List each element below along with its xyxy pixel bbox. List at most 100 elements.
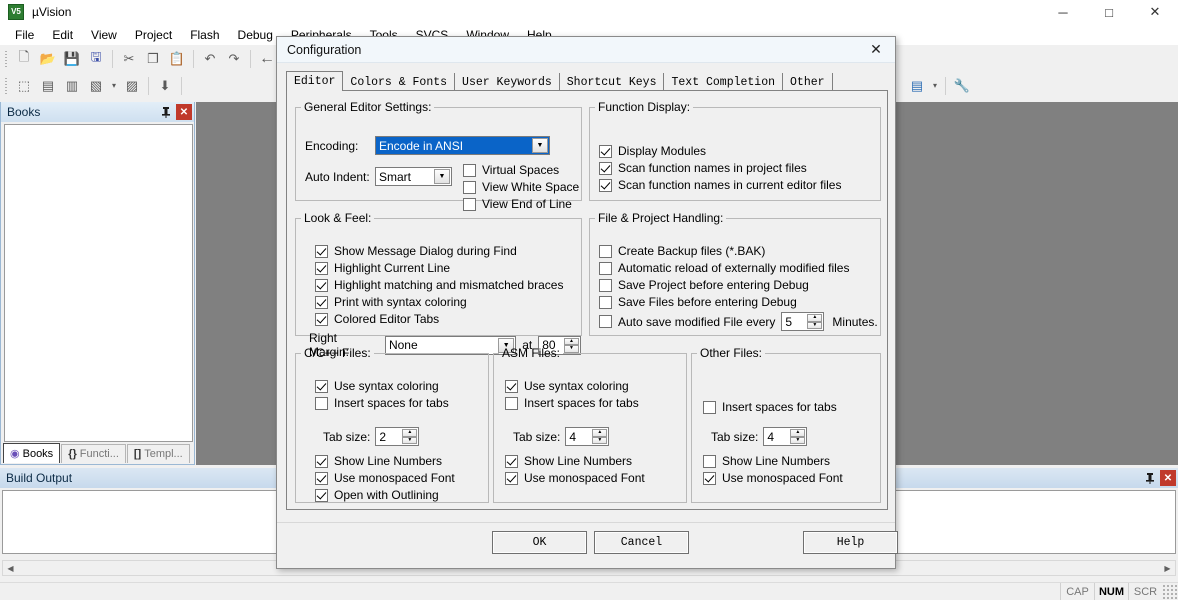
scroll-right-icon[interactable]: ▶ bbox=[1160, 564, 1175, 573]
books-tab-books[interactable]: ◉ Books bbox=[3, 443, 61, 463]
scan-project-files-checkbox[interactable]: Scan function names in project files bbox=[599, 161, 841, 175]
spinner-up-icon[interactable]: ▲ bbox=[592, 429, 608, 437]
other-monospaced-font-checkbox[interactable]: Use monospaced Font bbox=[703, 471, 843, 485]
spinner-arrows[interactable]: ▲ ▼ bbox=[790, 429, 806, 444]
spinner-up-icon[interactable]: ▲ bbox=[790, 429, 806, 437]
scan-editor-files-checkbox[interactable]: Scan function names in current editor fi… bbox=[599, 178, 841, 192]
c-monospaced-font-checkbox[interactable]: Use monospaced Font bbox=[315, 471, 455, 485]
c-show-line-numbers-checkbox[interactable]: Show Line Numbers bbox=[315, 454, 455, 468]
chevron-down-icon[interactable]: ▼ bbox=[434, 169, 450, 184]
show-message-dialog-checkbox[interactable]: Show Message Dialog during Find bbox=[315, 244, 563, 258]
auto-save-checkbox[interactable]: Auto save modified File every 5 ▲ ▼ Minu… bbox=[599, 312, 878, 331]
tab-colors-and-fonts[interactable]: Colors & Fonts bbox=[343, 73, 456, 91]
asm-use-syntax-coloring-checkbox[interactable]: Use syntax coloring bbox=[505, 379, 639, 393]
spinner-up-icon[interactable]: ▲ bbox=[402, 429, 418, 437]
other-tab-size-stepper[interactable]: 4 ▲ ▼ bbox=[763, 427, 808, 446]
translate-icon[interactable]: ⬚ bbox=[12, 74, 36, 97]
spinner-arrows[interactable]: ▲ ▼ bbox=[402, 429, 418, 444]
spinner-down-icon[interactable]: ▼ bbox=[402, 436, 418, 444]
stop-build-icon[interactable]: ▨ bbox=[120, 74, 144, 97]
tab-editor[interactable]: Editor bbox=[286, 71, 344, 91]
c-open-with-outlining-checkbox[interactable]: Open with Outlining bbox=[315, 488, 455, 502]
tab-user-keywords[interactable]: User Keywords bbox=[455, 73, 560, 91]
colored-editor-tabs-checkbox[interactable]: Colored Editor Tabs bbox=[315, 312, 563, 326]
menu-view[interactable]: View bbox=[82, 26, 126, 44]
auto-indent-select[interactable]: Smart ▼ bbox=[375, 167, 452, 186]
rebuild-icon[interactable]: ▥ bbox=[60, 74, 84, 97]
menu-debug[interactable]: Debug bbox=[229, 26, 282, 44]
spinner-up-icon[interactable]: ▲ bbox=[564, 337, 579, 345]
paste-icon[interactable]: 📋 bbox=[165, 47, 189, 70]
spinner-up-icon[interactable]: ▲ bbox=[807, 314, 823, 322]
books-tab-functions[interactable]: {} Functi... bbox=[61, 444, 126, 463]
view-white-space-checkbox[interactable]: View White Space bbox=[463, 180, 579, 194]
spinner-down-icon[interactable]: ▼ bbox=[592, 436, 608, 444]
save-files-before-debug-checkbox[interactable]: Save Files before entering Debug bbox=[599, 295, 878, 309]
tab-text-completion[interactable]: Text Completion bbox=[664, 73, 784, 91]
cancel-button[interactable]: Cancel bbox=[594, 531, 689, 554]
batch-build-icon[interactable]: ▧ bbox=[84, 74, 108, 97]
save-project-before-debug-checkbox[interactable]: Save Project before entering Debug bbox=[599, 278, 878, 292]
books-content-area[interactable] bbox=[4, 124, 193, 442]
c-tab-size-stepper[interactable]: 2 ▲ ▼ bbox=[375, 427, 420, 446]
build-output-close-icon[interactable]: ✕ bbox=[1160, 470, 1176, 486]
asm-monospaced-font-checkbox[interactable]: Use monospaced Font bbox=[505, 471, 645, 485]
dialog-close-icon[interactable]: ✕ bbox=[857, 37, 895, 62]
asm-insert-spaces-checkbox[interactable]: Insert spaces for tabs bbox=[505, 396, 639, 410]
asm-show-line-numbers-checkbox[interactable]: Show Line Numbers bbox=[505, 454, 645, 468]
load-icon[interactable]: ⬇ bbox=[153, 74, 177, 97]
open-file-icon[interactable]: 📂 bbox=[36, 47, 60, 70]
help-button[interactable]: Help bbox=[803, 531, 898, 554]
configure-wrench-icon[interactable]: 🔧 bbox=[950, 74, 974, 97]
new-file-icon[interactable]: 🗋 bbox=[12, 47, 36, 70]
books-tab-templates[interactable]: [] Templ... bbox=[126, 444, 190, 463]
spinner-down-icon[interactable]: ▼ bbox=[807, 321, 823, 329]
menu-file[interactable]: File bbox=[6, 26, 43, 44]
virtual-spaces-checkbox[interactable]: Virtual Spaces bbox=[463, 163, 579, 177]
target-options-icon[interactable]: ▤ bbox=[905, 74, 929, 97]
target-dropdown-icon[interactable]: ▾ bbox=[929, 74, 941, 97]
save-all-icon[interactable]: 🖫 bbox=[84, 47, 108, 70]
menu-edit[interactable]: Edit bbox=[43, 26, 82, 44]
print-syntax-coloring-checkbox[interactable]: Print with syntax coloring bbox=[315, 295, 563, 309]
pin-icon[interactable] bbox=[1142, 470, 1158, 486]
other-show-line-numbers-checkbox[interactable]: Show Line Numbers bbox=[703, 454, 843, 468]
auto-reload-checkbox[interactable]: Automatic reload of externally modified … bbox=[599, 261, 878, 275]
highlight-braces-checkbox[interactable]: Highlight matching and mismatched braces bbox=[315, 278, 563, 292]
tab-shortcut-keys[interactable]: Shortcut Keys bbox=[559, 73, 665, 91]
scroll-left-icon[interactable]: ◀ bbox=[3, 564, 18, 573]
display-modules-checkbox[interactable]: Display Modules bbox=[599, 144, 841, 158]
toolbar-gripper[interactable] bbox=[2, 75, 10, 96]
pin-icon[interactable] bbox=[158, 104, 174, 120]
redo-icon[interactable]: ↷ bbox=[222, 47, 246, 70]
books-close-icon[interactable]: ✕ bbox=[176, 104, 192, 120]
cut-icon[interactable]: ✂ bbox=[117, 47, 141, 70]
copy-icon[interactable]: ❐ bbox=[141, 47, 165, 70]
save-icon[interactable]: 💾 bbox=[60, 47, 84, 70]
other-insert-spaces-checkbox[interactable]: Insert spaces for tabs bbox=[703, 400, 837, 414]
close-button[interactable]: ✕ bbox=[1132, 0, 1178, 24]
create-backup-files-checkbox[interactable]: Create Backup files (*.BAK) bbox=[599, 244, 878, 258]
maximize-button[interactable]: □ bbox=[1086, 0, 1132, 24]
spinner-arrows[interactable]: ▲ ▼ bbox=[807, 314, 823, 329]
spinner-arrows[interactable]: ▲ ▼ bbox=[592, 429, 608, 444]
c-use-syntax-coloring-checkbox[interactable]: Use syntax coloring bbox=[315, 379, 449, 393]
c-insert-spaces-checkbox[interactable]: Insert spaces for tabs bbox=[315, 396, 449, 410]
asm-tab-size-stepper[interactable]: 4 ▲ ▼ bbox=[565, 427, 610, 446]
toolbar-gripper[interactable] bbox=[2, 48, 10, 69]
chevron-down-icon[interactable]: ▼ bbox=[532, 138, 548, 153]
batch-build-dropdown-icon[interactable]: ▾ bbox=[108, 74, 120, 97]
encoding-select[interactable]: Encode in ANSI ▼ bbox=[375, 136, 550, 155]
auto-save-minutes-stepper[interactable]: 5 ▲ ▼ bbox=[781, 312, 825, 331]
highlight-current-line-checkbox[interactable]: Highlight Current Line bbox=[315, 261, 563, 275]
menu-flash[interactable]: Flash bbox=[181, 26, 228, 44]
minimize-button[interactable]: ─ bbox=[1040, 0, 1086, 24]
view-end-of-line-checkbox[interactable]: View End of Line bbox=[463, 197, 579, 211]
resize-grip[interactable] bbox=[1162, 583, 1178, 600]
undo-icon[interactable]: ↶ bbox=[198, 47, 222, 70]
menu-project[interactable]: Project bbox=[126, 26, 181, 44]
build-icon[interactable]: ▤ bbox=[36, 74, 60, 97]
ok-button[interactable]: OK bbox=[492, 531, 587, 554]
spinner-down-icon[interactable]: ▼ bbox=[790, 436, 806, 444]
tab-other[interactable]: Other bbox=[783, 73, 833, 91]
